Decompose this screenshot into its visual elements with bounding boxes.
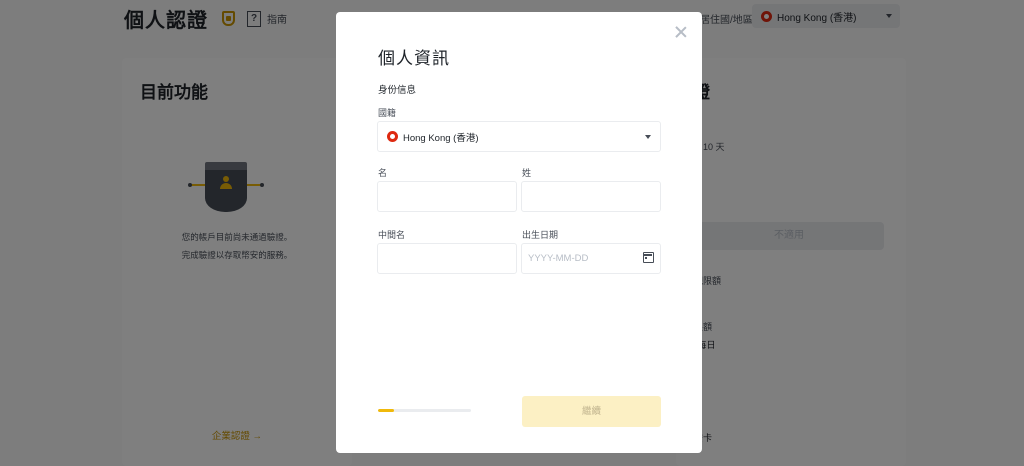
last-name-label: 姓 (522, 168, 532, 178)
personal-info-modal: 個人資訊 身份信息 國籍 Hong Kong (香港) 名 姓 中間名 出生日期… (336, 12, 702, 453)
dob-input[interactable] (521, 243, 661, 274)
nationality-value: Hong Kong (香港) (403, 132, 479, 144)
calendar-icon[interactable] (643, 252, 654, 263)
nationality-label: 國籍 (378, 108, 397, 118)
last-name-input[interactable] (521, 181, 661, 212)
middle-name-input[interactable] (377, 243, 517, 274)
identity-section-label: 身份信息 (378, 85, 417, 96)
dob-label: 出生日期 (522, 230, 559, 240)
middle-name-label: 中間名 (378, 230, 406, 240)
dob-field (521, 243, 661, 274)
close-icon[interactable] (674, 25, 688, 39)
first-name-input[interactable] (377, 181, 517, 212)
continue-button[interactable]: 繼續 (522, 396, 661, 427)
hk-flag-icon (387, 131, 398, 142)
first-name-label: 名 (378, 168, 388, 178)
nationality-select[interactable]: Hong Kong (香港) (377, 121, 661, 152)
chevron-down-icon (645, 135, 651, 139)
progress-bar (378, 409, 471, 412)
modal-title: 個人資訊 (378, 49, 450, 68)
progress-fill (378, 409, 394, 412)
